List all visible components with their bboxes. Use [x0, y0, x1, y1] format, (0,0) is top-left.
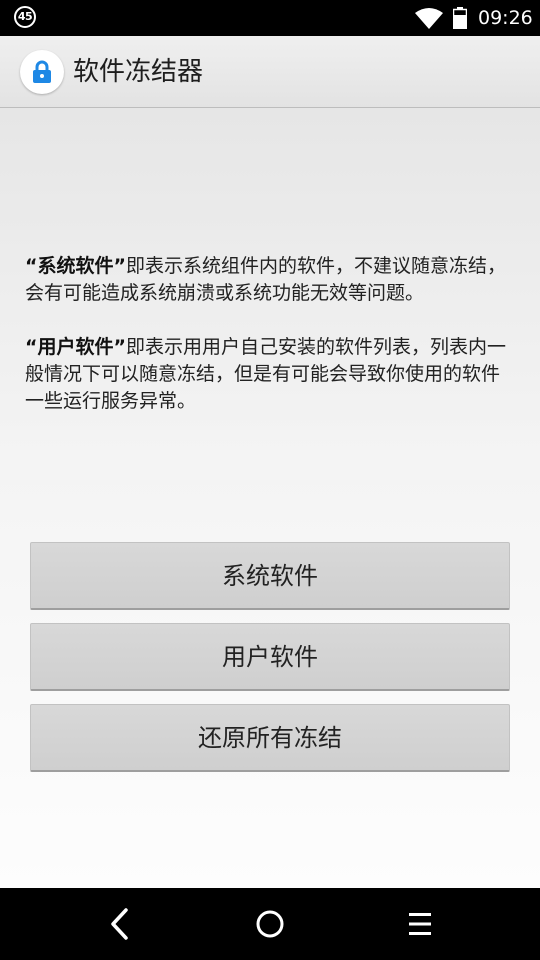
user-apps-term: “用户软件” — [25, 336, 126, 358]
user-apps-button[interactable]: 用户软件 — [30, 623, 510, 691]
system-apps-term: “系统软件” — [25, 255, 126, 277]
system-apps-button[interactable]: 系统软件 — [30, 542, 510, 610]
battery-icon — [453, 7, 467, 29]
status-bar: 45 09:26 — [0, 0, 540, 36]
app-icon — [20, 50, 64, 94]
back-icon[interactable] — [102, 906, 138, 942]
user-apps-description: “用户软件”即表示用用户自己安装的软件列表，列表内一般情况下可以随意冻结，但是有… — [25, 334, 515, 415]
restore-all-button[interactable]: 还原所有冻结 — [30, 704, 510, 772]
app-bar: 软件冻结器 — [0, 36, 540, 108]
recents-icon[interactable] — [402, 906, 438, 942]
status-clock: 09:26 — [478, 7, 533, 29]
notification-count-badge[interactable]: 45 — [14, 6, 36, 28]
lock-icon — [33, 60, 51, 83]
screen: 45 09:26 软件冻结器 “系统软件”即表示系统组件内的软件，不建议随意冻结… — [0, 0, 540, 960]
wifi-icon — [415, 8, 443, 29]
home-icon[interactable] — [252, 906, 288, 942]
main-content: “系统软件”即表示系统组件内的软件，不建议随意冻结，会有可能造成系统崩溃或系统功… — [0, 108, 540, 888]
navigation-bar — [0, 888, 540, 960]
app-title: 软件冻结器 — [73, 57, 204, 87]
system-apps-description: “系统软件”即表示系统组件内的软件，不建议随意冻结，会有可能造成系统崩溃或系统功… — [25, 253, 515, 307]
